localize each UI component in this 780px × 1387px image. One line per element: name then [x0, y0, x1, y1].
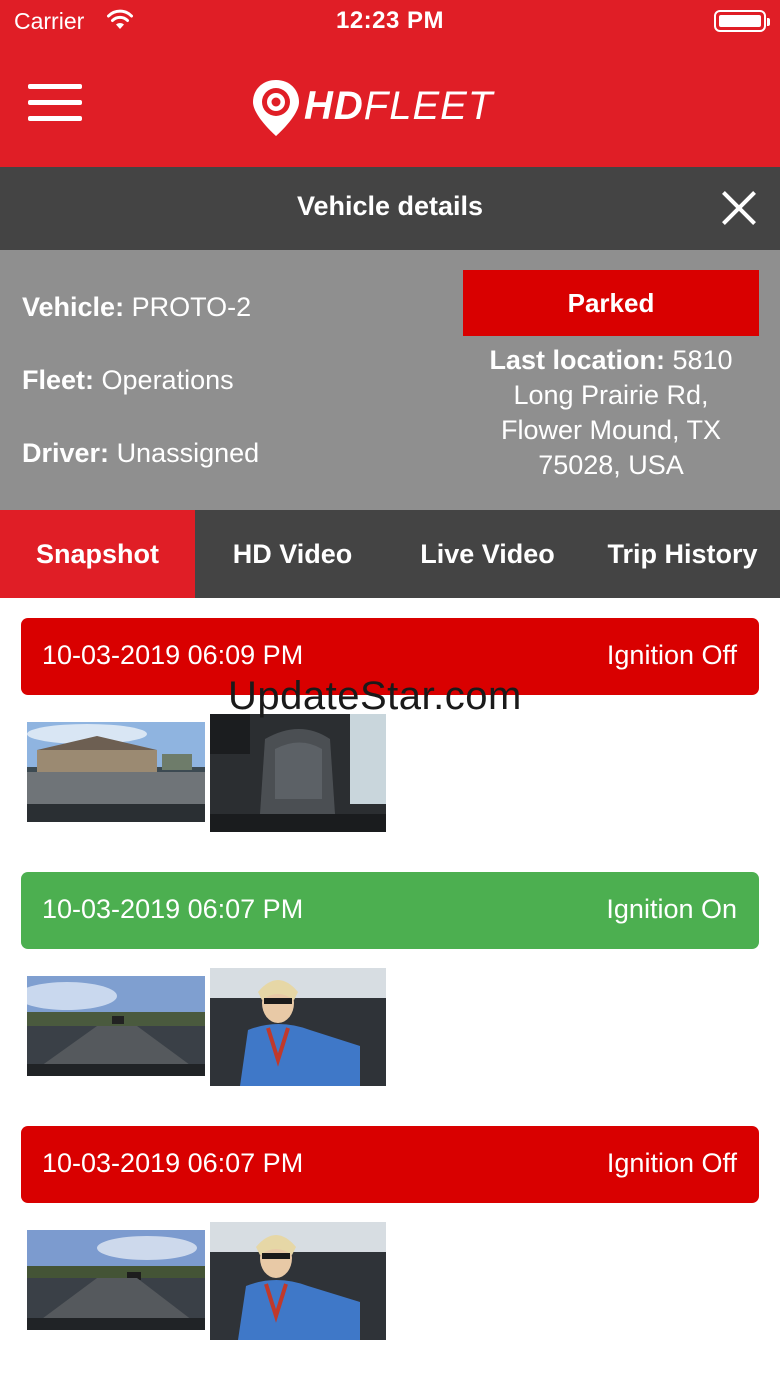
hdfleet-logo: HDFLEET — [250, 78, 540, 138]
vehicle-info-panel: Vehicle: PROTO-2 Fleet: Operations Drive… — [0, 250, 780, 510]
status-badge: Parked — [463, 270, 759, 336]
last-location-label: Last location: — [489, 345, 665, 375]
snapshot-datetime: 10-03-2019 06:09 PM — [42, 640, 304, 670]
map-pin-camera-icon — [253, 80, 299, 136]
road-camera-thumbnail[interactable] — [27, 722, 205, 822]
status-bar: Carrier 12:23 PM — [0, 0, 780, 42]
fleet-label: Fleet: — [22, 365, 95, 395]
page-title: Vehicle details — [296, 191, 484, 221]
cabin-camera-thumbnail[interactable] — [210, 1222, 386, 1340]
logo-wordmark: HDFLEET — [304, 84, 494, 128]
last-location-line-1: 5810 — [672, 345, 733, 375]
tab-hd-video[interactable]: HD Video — [195, 510, 390, 598]
snapshot-item: 10-03-2019 06:07 PM Ignition Off — [0, 1126, 780, 1356]
snapshot-datetime: 10-03-2019 06:07 PM — [42, 894, 304, 924]
hamburger-menu-icon[interactable] — [28, 82, 84, 124]
snapshot-header[interactable]: 10-03-2019 06:07 PM Ignition Off — [21, 1126, 759, 1203]
close-icon[interactable] — [720, 189, 758, 227]
snapshot-header[interactable]: 10-03-2019 06:07 PM Ignition On — [21, 872, 759, 949]
clock-time: 12:23 PM — [335, 7, 445, 34]
fleet-row: Fleet: Operations — [22, 365, 234, 396]
last-location-line-2: Long Prairie Rd, — [513, 380, 709, 410]
fleet-value: Operations — [101, 365, 234, 395]
tab-snapshot[interactable]: Snapshot — [0, 510, 195, 598]
watermark: UpdateStar.com — [228, 674, 522, 718]
driver-label: Driver: — [22, 438, 110, 468]
snapshot-item: 10-03-2019 06:09 PM Ignition Off — [0, 618, 780, 848]
tab-bar: Snapshot HD Video Live Video Trip Histor… — [0, 510, 780, 598]
driver-row: Driver: Unassigned — [22, 438, 259, 469]
battery-icon — [714, 10, 770, 32]
tab-trip-history[interactable]: Trip History — [585, 510, 780, 598]
snapshot-ignition-status: Ignition On — [606, 894, 737, 924]
snapshot-ignition-status: Ignition Off — [606, 640, 737, 670]
vehicle-label: Vehicle: — [22, 292, 125, 322]
last-location-line-3: Flower Mound, TX — [500, 415, 722, 445]
tab-live-video[interactable]: Live Video — [390, 510, 585, 598]
last-location-line-4: 75028, USA — [538, 450, 684, 480]
vehicle-row: Vehicle: PROTO-2 — [22, 292, 251, 323]
cabin-camera-thumbnail[interactable] — [210, 968, 386, 1086]
snapshot-datetime: 10-03-2019 06:07 PM — [42, 1148, 304, 1178]
driver-value: Unassigned — [116, 438, 260, 468]
vehicle-value: PROTO-2 — [131, 292, 252, 322]
snapshot-ignition-status: Ignition Off — [606, 1148, 737, 1178]
road-camera-thumbnail[interactable] — [27, 976, 205, 1076]
vehicle-details-bar: Vehicle details — [0, 167, 780, 250]
road-camera-thumbnail[interactable] — [27, 1230, 205, 1330]
app-header: HDFLEET — [0, 42, 780, 167]
cabin-camera-thumbnail[interactable] — [210, 714, 386, 832]
snapshot-item: 10-03-2019 06:07 PM Ignition On — [0, 872, 780, 1102]
last-location: Last location: 5810 Long Prairie Rd, Flo… — [463, 343, 759, 483]
